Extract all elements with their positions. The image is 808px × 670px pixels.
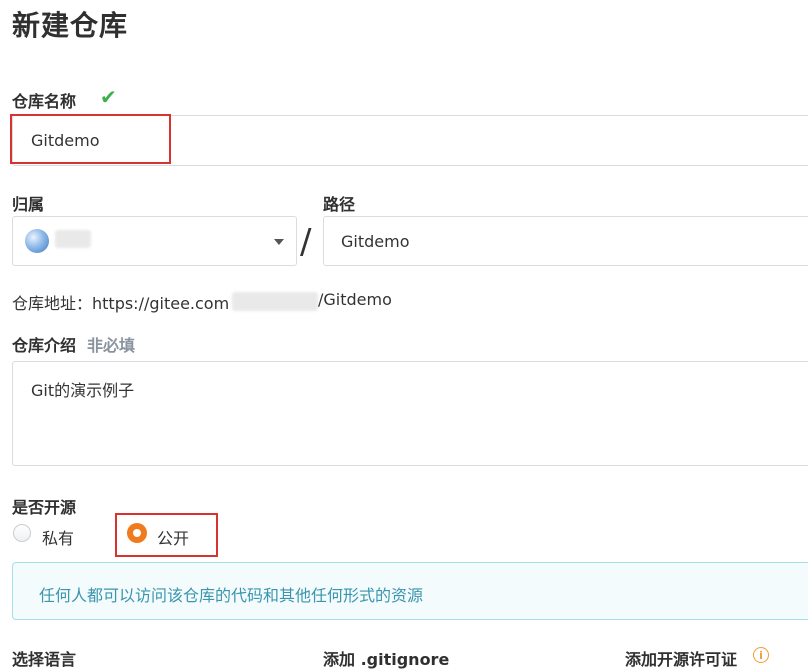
path-label: 路径 xyxy=(323,195,356,214)
path-value: Gitdemo xyxy=(341,232,410,251)
repo-url-prefix: 仓库地址：https://gitee.com xyxy=(12,294,230,313)
repo-url-suffix: /Gitdemo xyxy=(318,290,392,309)
info-circle-icon[interactable]: i xyxy=(753,647,769,663)
chevron-down-icon xyxy=(274,239,284,245)
radio-public[interactable] xyxy=(127,523,147,543)
repo-name-value: Gitdemo xyxy=(31,131,100,150)
repo-url-owner-redacted xyxy=(232,292,318,311)
path-separator: / xyxy=(300,222,312,262)
description-optional: 非必填 xyxy=(87,336,136,355)
owner-name-redacted xyxy=(55,230,91,248)
owner-label: 归属 xyxy=(12,195,45,214)
globe-avatar-icon xyxy=(25,229,49,253)
language-label: 选择语言 xyxy=(12,650,77,669)
visibility-notice-text: 任何人都可以访问该仓库的代码和其他任何形式的资源 xyxy=(39,586,424,605)
radio-public-label[interactable]: 公开 xyxy=(157,525,189,549)
description-label: 仓库介绍 xyxy=(12,336,77,355)
license-label: 添加开源许可证 xyxy=(625,650,738,669)
checkmark-icon: ✔ xyxy=(100,85,117,109)
repo-name-label: 仓库名称 xyxy=(12,92,77,111)
gitignore-label: 添加 .gitignore xyxy=(323,650,450,669)
radio-private[interactable] xyxy=(13,524,31,542)
visibility-label: 是否开源 xyxy=(12,498,77,517)
radio-private-label[interactable]: 私有 xyxy=(42,525,74,549)
radio-public-dot xyxy=(133,529,141,537)
description-value: Git的演示例子 xyxy=(31,381,135,400)
page-title: 新建仓库 xyxy=(12,9,129,42)
